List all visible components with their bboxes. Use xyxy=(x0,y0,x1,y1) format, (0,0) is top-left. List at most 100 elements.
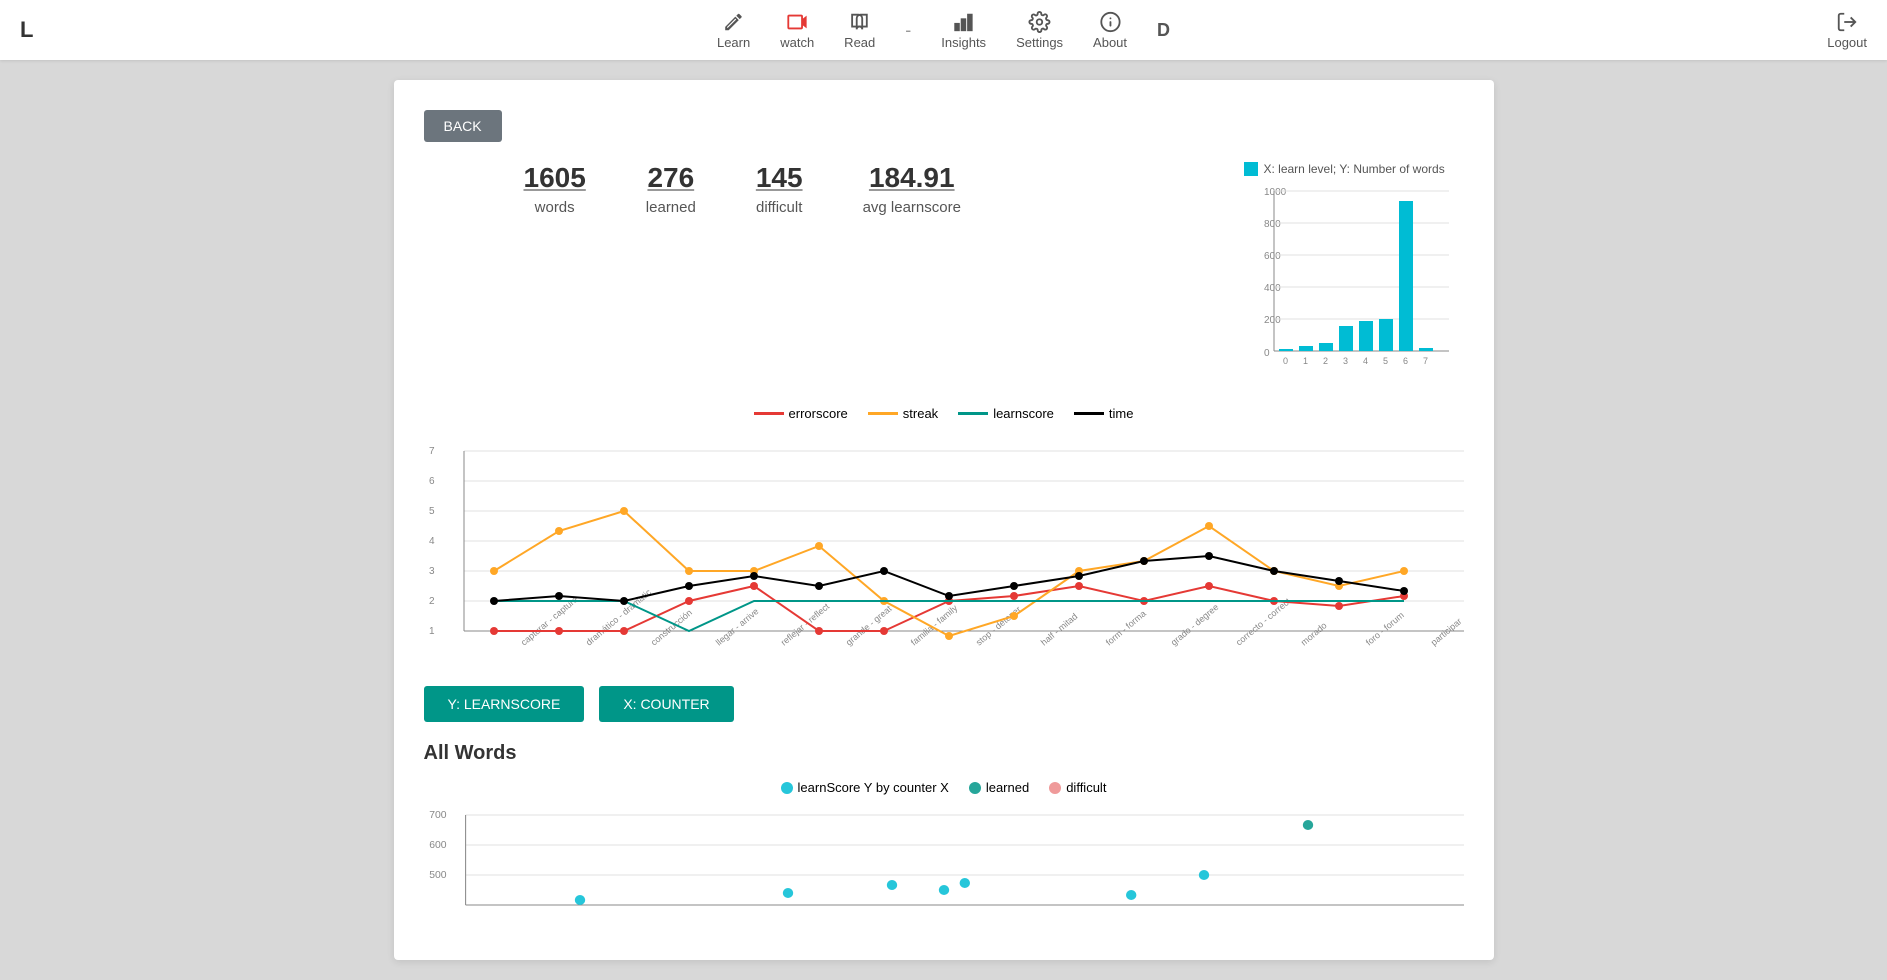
svg-text:3: 3 xyxy=(1343,356,1348,366)
insights-icon xyxy=(953,11,975,33)
nav-about-label: About xyxy=(1093,35,1127,50)
legend-errorscore: errorscore xyxy=(754,406,848,421)
svg-text:6: 6 xyxy=(1403,356,1408,366)
stat-learned-value: 276 xyxy=(647,162,694,194)
logout-label: Logout xyxy=(1827,35,1867,50)
nav-item-about[interactable]: About xyxy=(1093,11,1127,50)
nav-right: Logout xyxy=(1827,11,1867,50)
nav-item-settings[interactable]: Settings xyxy=(1016,11,1063,50)
learnscore-line-legend xyxy=(958,412,988,415)
stat-words: 1605 words xyxy=(524,162,586,216)
navbar: L Learn watch Read - xyxy=(0,0,1887,60)
svg-text:familia - family: familia - family xyxy=(908,603,959,648)
scatter-label-learned: learned xyxy=(986,780,1029,795)
stat-learned-label: learned xyxy=(646,199,696,216)
scatter-legend-learned: learned xyxy=(969,780,1029,795)
svg-text:6: 6 xyxy=(429,476,435,487)
main-content: BACK 1605 words 276 learned 145 difficul… xyxy=(0,60,1887,980)
svg-text:grado - degree: grado - degree xyxy=(1168,602,1220,648)
nav-item-insights[interactable]: Insights xyxy=(941,11,986,50)
user-initial: D xyxy=(1157,20,1170,41)
stat-difficult-label: difficult xyxy=(756,199,802,216)
svg-text:1: 1 xyxy=(429,626,435,637)
scatter-legend-learnscore: learnScore Y by counter X xyxy=(781,780,949,795)
streak-line-legend xyxy=(868,412,898,415)
stats-row: 1605 words 276 learned 145 difficult 184… xyxy=(524,162,1244,216)
svg-text:600: 600 xyxy=(1264,251,1281,262)
gear-icon xyxy=(1029,11,1051,33)
svg-text:500: 500 xyxy=(429,870,447,881)
mini-legend-text: X: learn level; Y: Number of words xyxy=(1264,162,1445,176)
axis-buttons: Y: LEARNSCORE X: COUNTER xyxy=(424,686,1464,722)
learnscore-label: learnscore xyxy=(993,406,1054,421)
nav-user[interactable]: D xyxy=(1157,20,1170,41)
svg-text:700: 700 xyxy=(429,810,447,821)
nav-read-label: Read xyxy=(844,35,875,50)
scatter-legend: learnScore Y by counter X learned diffic… xyxy=(424,780,1464,795)
logout-button[interactable]: Logout xyxy=(1827,11,1867,50)
line-chart-svg: 7 6 5 4 3 2 1 capturar - capture dramáti… xyxy=(424,431,1464,651)
stat-words-label: words xyxy=(535,199,575,216)
svg-text:1: 1 xyxy=(1303,356,1308,366)
svg-text:3: 3 xyxy=(429,566,435,577)
svg-text:construcción: construcción xyxy=(648,607,693,647)
svg-text:7: 7 xyxy=(429,446,435,457)
logout-icon xyxy=(1836,11,1858,33)
stat-learnscore-value: 184.91 xyxy=(869,162,955,194)
time-label: time xyxy=(1109,406,1134,421)
svg-text:2: 2 xyxy=(1323,356,1328,366)
scatter-chart-svg: 700 600 500 xyxy=(424,805,1464,925)
nav-center: Learn watch Read - Insig xyxy=(717,11,1170,50)
app-logo: L xyxy=(20,17,33,43)
line-chart-section: errorscore streak learnscore time xyxy=(424,406,1464,656)
svg-text:form - forma: form - forma xyxy=(1103,608,1147,647)
time-line-legend xyxy=(1074,412,1104,415)
svg-text:400: 400 xyxy=(1264,283,1281,294)
svg-text:half - mitad: half - mitad xyxy=(1038,611,1079,647)
stat-difficult-value: 145 xyxy=(756,162,803,194)
mini-chart-legend: X: learn level; Y: Number of words xyxy=(1244,162,1464,176)
all-words-title: All Words xyxy=(424,742,1464,765)
stat-learned: 276 learned xyxy=(646,162,696,216)
svg-text:0: 0 xyxy=(1264,348,1270,359)
svg-text:llegar - arrive: llegar - arrive xyxy=(713,606,760,647)
back-button[interactable]: BACK xyxy=(424,110,502,142)
scatter-dot-learnscore xyxy=(781,782,793,794)
svg-text:0: 0 xyxy=(1283,356,1288,366)
svg-text:correcto - correct: correcto - correct xyxy=(1233,596,1292,648)
nav-item-read[interactable]: Read xyxy=(844,11,875,50)
scatter-legend-difficult: difficult xyxy=(1049,780,1106,795)
nav-item-learn[interactable]: Learn xyxy=(717,11,750,50)
stat-difficult: 145 difficult xyxy=(756,162,803,216)
svg-text:4: 4 xyxy=(1363,356,1368,366)
svg-text:morado: morado xyxy=(1298,620,1328,647)
svg-text:7: 7 xyxy=(1423,356,1428,366)
svg-text:5: 5 xyxy=(429,506,435,517)
x-counter-button[interactable]: X: COUNTER xyxy=(599,686,733,722)
svg-text:foro - forum: foro - forum xyxy=(1363,610,1405,648)
svg-text:200: 200 xyxy=(1264,315,1281,326)
book-icon xyxy=(849,11,871,33)
svg-text:800: 800 xyxy=(1264,219,1281,230)
nav-item-watch[interactable]: watch xyxy=(780,11,814,50)
mini-bar-chart-svg: 1000 800 600 400 200 0 xyxy=(1244,181,1454,371)
errorscore-label: errorscore xyxy=(789,406,848,421)
svg-text:4: 4 xyxy=(429,536,435,547)
pencil-icon xyxy=(723,11,745,33)
nav-insights-label: Insights xyxy=(941,35,986,50)
all-words-section: All Words learnScore Y by counter X lear… xyxy=(424,742,1464,930)
top-section: 1605 words 276 learned 145 difficult 184… xyxy=(424,162,1464,376)
y-learnscore-button[interactable]: Y: LEARNSCORE xyxy=(424,686,585,722)
streak-label: streak xyxy=(903,406,938,421)
stats-section: 1605 words 276 learned 145 difficult 184… xyxy=(424,162,1244,236)
errorscore-line-legend xyxy=(754,412,784,415)
svg-text:600: 600 xyxy=(429,840,447,851)
nav-settings-label: Settings xyxy=(1016,35,1063,50)
info-icon xyxy=(1099,11,1121,33)
line-chart-legend: errorscore streak learnscore time xyxy=(424,406,1464,421)
video-icon xyxy=(786,11,808,33)
mini-chart: X: learn level; Y: Number of words 1000 … xyxy=(1244,162,1464,376)
scatter-label-learnscore: learnScore Y by counter X xyxy=(798,780,949,795)
svg-text:participar: participar xyxy=(1428,616,1463,647)
svg-text:5: 5 xyxy=(1383,356,1388,366)
